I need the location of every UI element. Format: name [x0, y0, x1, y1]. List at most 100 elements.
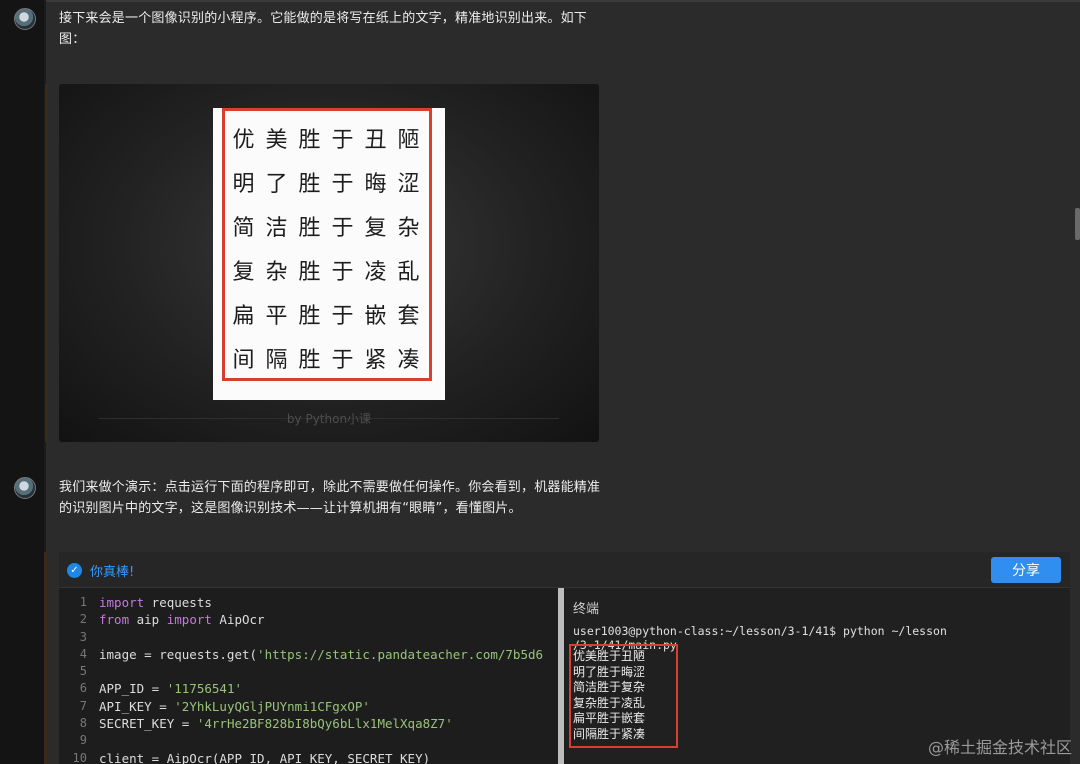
string-literal: '11756541': [166, 681, 242, 697]
handwritten-character: 于: [331, 304, 354, 329]
code-line: image = requests.get('https://static.pan…: [99, 646, 562, 663]
success-message: 你真棒!: [90, 565, 135, 580]
handwritten-character: 间: [232, 348, 255, 373]
handwritten-character: 隔: [265, 348, 288, 373]
line-number: 2: [79, 612, 87, 627]
editor-scrollbar[interactable]: [558, 588, 564, 764]
code-lines: import requests from aip import AipOcr i…: [99, 594, 562, 764]
code-text: aip: [129, 612, 167, 628]
keyword: import: [166, 612, 212, 628]
code-text: requests: [144, 595, 212, 610]
code-runner: ✓ 你真棒! 分享 1 2 3 4 5 6 7 8 9 10 import requests fr…: [59, 552, 1070, 764]
handwritten-character: 套: [397, 304, 420, 329]
handwritten-character: 扁: [232, 304, 255, 329]
handwritten-character: 胜: [298, 260, 321, 285]
handwritten-character: 洁: [265, 216, 288, 241]
image-card: 优美胜于丑陋明了胜于晦涩简洁胜于复杂复杂胜于凌乱扁平胜于嵌套间隔胜于紧凑 by …: [45, 84, 599, 442]
code-line: client = AipOcr(APP_ID, API_KEY, SECRET_…: [99, 750, 562, 764]
handwritten-character: 嵌: [364, 304, 387, 329]
handwritten-character: 优: [232, 128, 255, 153]
image-byline: by Python小课: [286, 412, 372, 426]
code-editor[interactable]: 1 2 3 4 5 6 7 8 9 10 import requests from aip imp…: [59, 588, 562, 764]
terminal-output-line: 优美胜于丑陋: [573, 649, 646, 663]
handwritten-character: 凑: [397, 348, 420, 373]
line-number: 4: [79, 646, 87, 661]
message-accent-bar: [45, 84, 48, 442]
handwritten-character: 复: [232, 260, 255, 285]
terminal-output: 优美胜于丑陋 明了胜于晦涩 简洁胜于复杂 复杂胜于凌乱 扁平胜于嵌套 间隔胜于紧凑: [573, 649, 645, 743]
string-literal: '4rrHe2BF828bI8bQy6bLlx1MelXqa8Z7': [196, 716, 453, 732]
handwritten-character: 于: [331, 260, 354, 285]
code-text: image = requests.get(: [99, 646, 258, 662]
code-text: API_KEY =: [99, 698, 175, 714]
code-text: AipOcr: [211, 612, 265, 628]
handwritten-character: 杂: [397, 216, 420, 241]
keyword: import: [99, 595, 145, 610]
handwritten-character: 涩: [397, 172, 420, 197]
code-line: APP_ID = '11756541': [99, 680, 562, 697]
check-circle-icon: ✓: [67, 563, 82, 578]
site-watermark: @稀土掘金技术社区: [927, 738, 1072, 757]
code-text: SECRET_KEY =: [99, 716, 197, 732]
handwritten-character: 于: [331, 172, 354, 197]
handwritten-character: 明: [232, 172, 255, 197]
handwritten-character: 胜: [298, 348, 321, 373]
page-scrollbar[interactable]: [1075, 208, 1080, 240]
handwritten-character: 乱: [397, 260, 420, 285]
terminal-output-line: 复杂胜于凌乱: [573, 695, 646, 710]
share-button[interactable]: 分享: [991, 557, 1061, 583]
terminal-output-line: 间隔胜于紧凑: [573, 726, 646, 741]
line-number: 8: [79, 716, 87, 731]
handwritten-character: 胜: [298, 304, 321, 329]
handwritten-character: 胜: [298, 216, 321, 241]
avatar: [14, 477, 36, 499]
string-literal: '2YhkLuyQGljPUYnmi1CFgxOP': [174, 698, 370, 714]
avatar: [14, 8, 36, 30]
terminal-output-line: 简洁胜于复杂: [573, 680, 646, 695]
handwritten-character: 复: [364, 216, 387, 241]
handwritten-character: 于: [331, 216, 354, 241]
handwritten-character: 晦: [364, 172, 387, 197]
code-text: APP_ID =: [99, 681, 167, 697]
line-number: 1: [79, 595, 87, 609]
line-number: 3: [79, 629, 87, 644]
handwriting-paper: 优美胜于丑陋明了胜于晦涩简洁胜于复杂复杂胜于凌乱扁平胜于嵌套间隔胜于紧凑: [213, 108, 445, 400]
line-number: 7: [79, 698, 87, 713]
keyword: from: [99, 612, 130, 628]
handwritten-character: 平: [265, 304, 288, 329]
handwritten-character: 紧: [364, 348, 387, 373]
line-number: 5: [79, 664, 87, 679]
chat-message-1: 接下来会是一个图像识别的小程序。它能做的是将写在纸上的文字，精准地识别出来。如下…: [59, 11, 588, 47]
code-line: import requests: [99, 594, 562, 611]
message-accent-bar: [44, 552, 47, 764]
handwritten-character: 陋: [397, 128, 420, 153]
line-number-gutter: 1 2 3 4 5 6 7 8 9 10: [59, 594, 87, 764]
code-line: API_KEY = '2YhkLuyQGljPUYnmi1CFgxOP': [99, 698, 562, 715]
handwritten-character: 于: [331, 128, 354, 153]
handwritten-character: 了: [265, 172, 288, 197]
top-border: [0, 0, 1080, 2]
chat-message-2: 我们来做个演示：点击运行下面的程序即可，除此不需要做任何操作。你会看到，机器能精…: [59, 480, 601, 516]
line-number: 10: [72, 750, 87, 764]
handwritten-character: 简: [232, 216, 255, 241]
terminal-output-line: 扁平胜于嵌套: [573, 711, 646, 726]
handwriting-grid: 优美胜于丑陋明了胜于晦涩简洁胜于复杂复杂胜于凌乱扁平胜于嵌套间隔胜于紧凑: [227, 126, 427, 375]
handwritten-character: 胜: [298, 128, 321, 153]
terminal-title: 终端: [573, 602, 600, 617]
handwritten-character: 美: [265, 128, 288, 153]
left-rail: [0, 0, 46, 764]
string-literal: 'https://static.pandateacher.com/7b5d6: [257, 646, 544, 662]
code-line: from aip import AipOcr: [99, 611, 562, 628]
line-number: 9: [79, 733, 87, 748]
handwritten-character: 丑: [364, 128, 387, 153]
handwritten-character: 胜: [298, 172, 321, 197]
code-line: SECRET_KEY = '4rrHe2BF828bI8bQy6bLlx1Mel…: [99, 715, 562, 732]
terminal-output-line: 明了胜于晦涩: [573, 664, 646, 679]
handwritten-character: 凌: [364, 260, 387, 285]
line-number: 6: [79, 681, 87, 696]
handwritten-character: 杂: [265, 260, 288, 285]
runner-header: ✓ 你真棒! 分享: [59, 552, 1070, 588]
